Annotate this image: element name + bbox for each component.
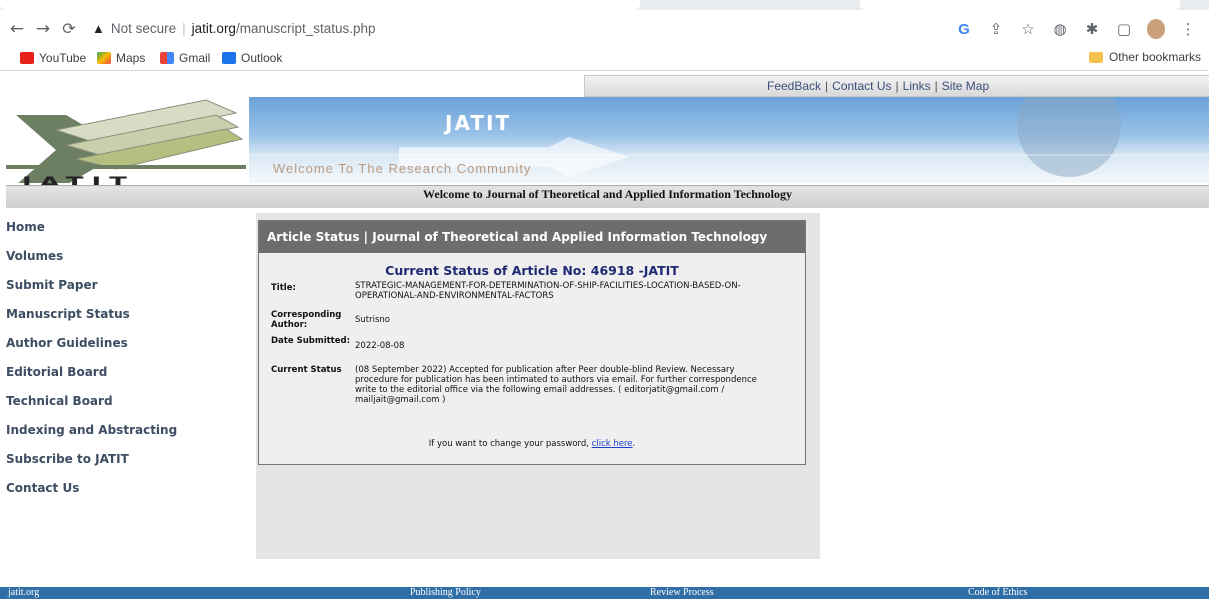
top-links-bar: FeedBack | Contact Us | Links | Site Map xyxy=(584,75,1209,97)
site-page: FeedBack | Contact Us | Links | Site Map JATIT… xyxy=(6,73,1209,599)
author-label: Corresponding Author: xyxy=(271,310,342,330)
footer-review-process[interactable]: Review Process xyxy=(650,587,714,599)
password-line: If you want to change your password, cli… xyxy=(259,439,805,449)
links-link[interactable]: Links xyxy=(903,79,931,93)
sidebar-item-subscribe[interactable]: Subscribe to JATIT xyxy=(6,445,256,474)
google-icon[interactable]: G xyxy=(955,21,973,38)
bookmark-label: Outlook xyxy=(241,51,283,65)
author-value: Sutrisno xyxy=(355,315,390,325)
article-status-panel: Article Status | Journal of Theoretical … xyxy=(258,220,806,465)
main-content: Article Status | Journal of Theoretical … xyxy=(256,213,820,559)
url-path: /manuscript_status.php xyxy=(235,21,376,36)
banner-welcome-text: Welcome To The Research Community xyxy=(273,161,532,176)
sidebar-item-indexing[interactable]: Indexing and Abstracting xyxy=(6,416,256,445)
sidebar-item-technical-board[interactable]: Technical Board xyxy=(6,387,256,416)
share-icon[interactable]: ⇪ xyxy=(987,20,1005,38)
bookmarks-bar: YouTube Maps Gmail Outlook Other bookmar… xyxy=(0,46,1209,71)
not-secure-label: Not secure xyxy=(110,21,177,36)
forward-icon[interactable]: → xyxy=(32,14,54,44)
site-footer: jatit.org Publishing Policy Review Proce… xyxy=(0,587,1209,599)
bookmark-maps[interactable]: Maps xyxy=(97,50,145,66)
menu-icon[interactable]: ⋮ xyxy=(1179,20,1197,38)
sidepanel-icon[interactable]: ▢ xyxy=(1115,20,1133,38)
sidebar-item-home[interactable]: Home xyxy=(6,213,256,242)
folder-icon xyxy=(1088,51,1103,63)
sidebar-item-editorial-board[interactable]: Editorial Board xyxy=(6,358,256,387)
bookmark-gmail[interactable]: Gmail xyxy=(160,50,210,66)
bookmark-youtube[interactable]: YouTube xyxy=(20,50,86,66)
tab-strip xyxy=(0,0,1209,10)
bookmark-label: Gmail xyxy=(179,51,211,65)
bookmark-outlook[interactable]: Outlook xyxy=(222,50,282,66)
contact-us-link[interactable]: Contact Us xyxy=(832,79,891,93)
other-bookmarks[interactable]: Other bookmarks xyxy=(1088,50,1201,64)
sidebar-nav: Home Volumes Submit Paper Manuscript Sta… xyxy=(6,213,256,503)
sidebar-item-author-guidelines[interactable]: Author Guidelines xyxy=(6,329,256,358)
reload-icon[interactable]: ⟳ xyxy=(58,14,80,44)
sidebar-item-volumes[interactable]: Volumes xyxy=(6,242,256,271)
back-icon[interactable]: ← xyxy=(6,14,28,44)
url-host: jatit.org xyxy=(191,21,236,36)
footer-site[interactable]: jatit.org xyxy=(8,587,39,599)
welcome-text: Welcome to Journal of Theoretical and Ap… xyxy=(423,187,792,201)
panel-header: Article Status | Journal of Theoretical … xyxy=(259,221,805,253)
site-map-link[interactable]: Site Map xyxy=(942,79,989,93)
outlook-icon xyxy=(222,52,236,64)
status-value: (08 September 2022) Accepted for publica… xyxy=(355,365,757,405)
header-banner: JATIT Welcome To The Research Community xyxy=(249,97,1209,183)
sidebar-item-contact-us[interactable]: Contact Us xyxy=(6,474,256,503)
bookmark-label: Maps xyxy=(116,51,146,65)
status-label: Current Status xyxy=(271,365,342,375)
title-label: Title: xyxy=(271,283,296,293)
password-end: . xyxy=(632,439,636,449)
footer-code-of-ethics[interactable]: Code of Ethics xyxy=(968,587,1027,599)
browser-action-icons: G ⇪ ☆ ◍ ✱ ▢ ⋮ xyxy=(955,15,1197,43)
active-tab[interactable] xyxy=(0,0,640,10)
warning-icon: ▲ xyxy=(92,21,105,36)
feedback-link[interactable]: FeedBack xyxy=(767,79,821,93)
title-value: STRATEGIC-MANAGEMENT-FOR-DETERMINATION-O… xyxy=(355,281,741,301)
password-text: If you want to change your password, xyxy=(428,439,589,449)
logo-graphic xyxy=(6,99,246,185)
jatit-logo[interactable]: JATIT xyxy=(6,95,246,191)
address-bar[interactable]: ▲ Not secure | jatit.org/manuscript_status.… xyxy=(92,15,376,43)
extension-globe-icon[interactable]: ◍ xyxy=(1051,20,1069,38)
puzzle-icon[interactable]: ✱ xyxy=(1083,20,1101,38)
inactive-tab[interactable] xyxy=(860,0,1180,10)
maps-icon xyxy=(97,52,111,64)
gmail-icon xyxy=(160,52,174,64)
bookmark-label: YouTube xyxy=(39,51,87,65)
browser-chrome: ← → ⟳ ▲ Not secure | jatit.org/manuscript_s… xyxy=(0,0,1209,46)
other-bookmarks-label: Other bookmarks xyxy=(1108,50,1201,64)
banner-title: JATIT xyxy=(445,111,512,135)
sidebar-item-submit-paper[interactable]: Submit Paper xyxy=(6,271,256,300)
date-value: 2022-08-08 xyxy=(355,341,405,351)
welcome-heading: Welcome to Journal of Theoretical and Ap… xyxy=(6,187,1209,202)
footer-publishing-policy[interactable]: Publishing Policy xyxy=(410,587,481,599)
date-label: Date Submitted: xyxy=(271,336,350,346)
click-here-link[interactable]: click here xyxy=(592,439,633,449)
youtube-icon xyxy=(20,52,34,64)
sidebar-item-manuscript-status[interactable]: Manuscript Status xyxy=(6,300,256,329)
status-title: Current Status of Article No: 46918 -JAT… xyxy=(385,263,679,278)
star-icon[interactable]: ☆ xyxy=(1019,20,1037,38)
avatar[interactable] xyxy=(1147,19,1165,39)
